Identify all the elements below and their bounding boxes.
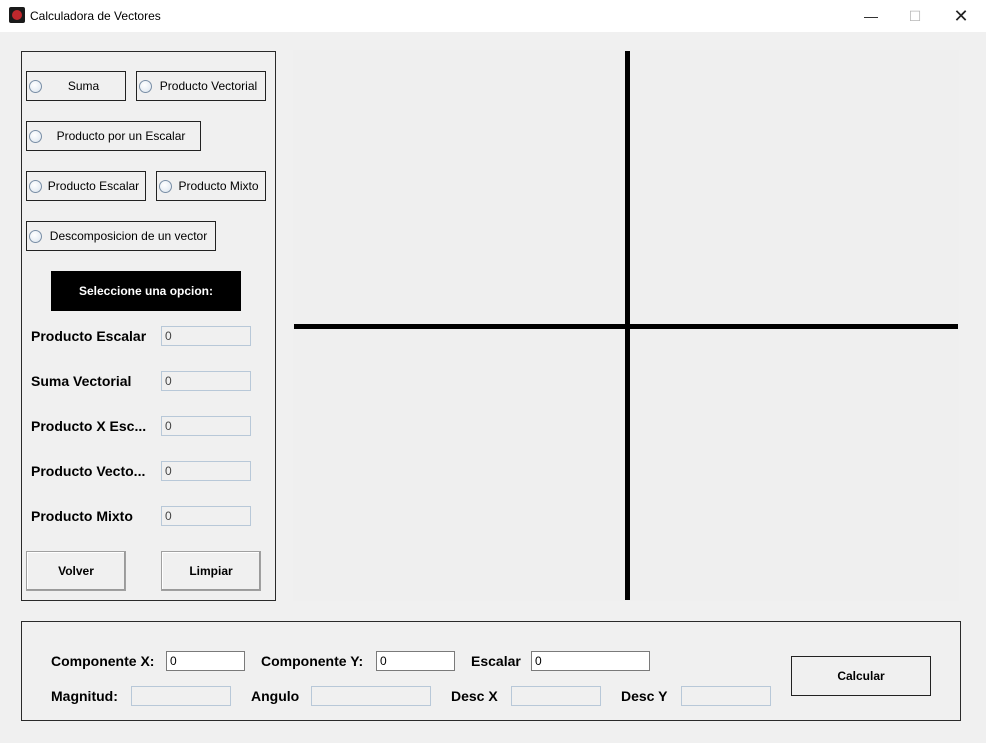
result-label-producto-x-escalar: Producto X Esc... (31, 418, 147, 434)
option-label: Producto Escalar (47, 179, 140, 193)
desc-y-field[interactable] (681, 686, 771, 706)
component-y-label: Componente Y: (261, 653, 364, 669)
component-x-input[interactable] (166, 651, 245, 671)
option-descomposicion[interactable]: Descomposicion de un vector (26, 221, 216, 251)
option-label: Descomposicion de un vector (49, 229, 208, 243)
option-label: Producto Vectorial (159, 79, 258, 93)
angle-field[interactable] (311, 686, 431, 706)
option-producto-escalar[interactable]: Producto Escalar (26, 171, 146, 201)
angle-label: Angulo (251, 688, 300, 704)
clear-button[interactable]: Limpiar (161, 551, 261, 591)
window-title: Calculadora de Vectores (30, 9, 161, 23)
option-producto-mixto[interactable]: Producto Mixto (156, 171, 266, 201)
maximize-button[interactable]: ☐ (892, 0, 938, 32)
scalar-input[interactable] (531, 651, 650, 671)
desc-x-field[interactable] (511, 686, 601, 706)
option-producto-vectorial[interactable]: Producto Vectorial (136, 71, 266, 101)
result-label-producto-escalar: Producto Escalar (31, 328, 147, 344)
back-button[interactable]: Volver (26, 551, 126, 591)
result-label-producto-mixto: Producto Mixto (31, 508, 133, 524)
radio-icon[interactable] (139, 79, 152, 93)
result-producto-vectorial-field[interactable] (161, 461, 251, 481)
radio-icon[interactable] (29, 129, 42, 143)
result-suma-vectorial-field[interactable] (161, 371, 251, 391)
option-suma[interactable]: Suma (26, 71, 126, 101)
minimize-button[interactable]: — (848, 0, 894, 32)
result-label-producto-vectorial: Producto Vecto... (31, 463, 146, 479)
option-producto-por-escalar[interactable]: Producto por un Escalar (26, 121, 201, 151)
option-label: Producto por un Escalar (56, 129, 186, 143)
radio-icon[interactable] (29, 229, 42, 243)
selection-banner: Seleccione una opcion: (51, 271, 241, 311)
option-label: Producto Mixto (178, 179, 259, 193)
component-y-input[interactable] (376, 651, 455, 671)
desc-x-label: Desc X (451, 688, 498, 704)
radio-icon[interactable] (29, 79, 42, 93)
option-label: Suma (67, 79, 100, 93)
magnitude-label: Magnitud: (51, 688, 118, 704)
result-producto-x-escalar-field[interactable] (161, 416, 251, 436)
radio-icon[interactable] (29, 179, 42, 193)
radio-icon[interactable] (159, 179, 172, 193)
x-axis-line (294, 324, 958, 329)
result-label-suma-vectorial: Suma Vectorial (31, 373, 132, 389)
desc-y-label: Desc Y (621, 688, 668, 704)
result-producto-mixto-field[interactable] (161, 506, 251, 526)
magnitude-field[interactable] (131, 686, 231, 706)
scalar-label: Escalar (471, 653, 521, 669)
component-x-label: Componente X: (51, 653, 155, 669)
close-button[interactable]: ✕ (938, 0, 984, 32)
calculate-button[interactable]: Calcular (791, 656, 931, 696)
app-icon (9, 7, 25, 23)
result-producto-escalar-field[interactable] (161, 326, 251, 346)
